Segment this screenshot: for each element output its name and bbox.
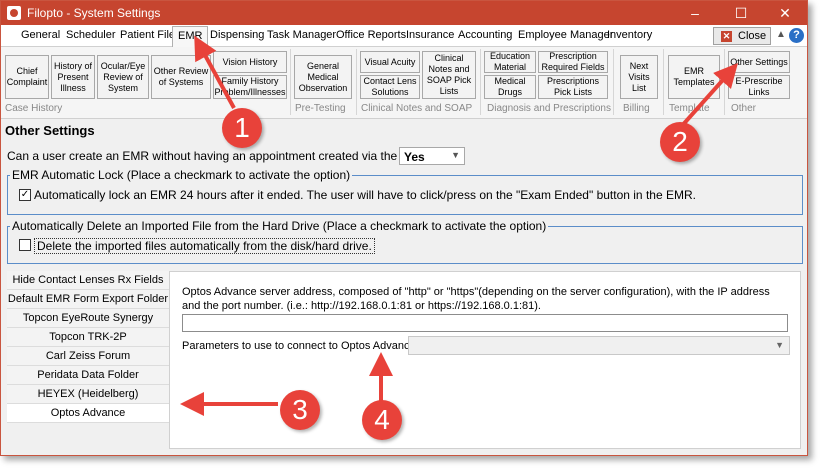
other-review-button[interactable]: Other Review of Systems	[151, 55, 211, 99]
optos-address-input[interactable]	[182, 314, 788, 332]
tab-emr[interactable]: EMR	[172, 26, 209, 47]
menu-bar: General Scheduler Patient File EMR Dispe…	[1, 25, 807, 47]
list-item[interactable]: Topcon EyeRoute Synergy	[7, 309, 169, 328]
optos-advance-panel: Optos Advance server address, composed o…	[169, 271, 801, 449]
ribbon-separator	[480, 49, 481, 115]
annotation-badge-3: 3	[280, 390, 320, 430]
window-title: Filopto - System Settings	[27, 6, 161, 20]
help-icon[interactable]: ?	[789, 28, 804, 43]
app-logo-icon	[7, 6, 21, 20]
chevron-down-icon: ▼	[451, 150, 460, 160]
medical-drugs-button[interactable]: Medical Drugs	[484, 75, 536, 99]
chevron-down-icon: ▼	[775, 340, 784, 350]
annotation-badge-2: 2	[660, 122, 700, 162]
emr-templates-button[interactable]: EMR Templates	[668, 55, 720, 99]
ribbon: Chief Complaint History of Present Illne…	[1, 47, 807, 119]
group-label-clinical-notes: Clinical Notes and SOAP	[361, 103, 473, 114]
optos-address-description: Optos Advance server address, composed o…	[182, 286, 770, 312]
auto-lock-label[interactable]: Automatically lock an EMR 24 hours after…	[34, 188, 696, 202]
emr-without-appointment-label: Can a user create an EMR without having …	[7, 149, 460, 163]
auto-delete-checkbox[interactable]	[19, 239, 31, 251]
close-button[interactable]: ✕ Close	[713, 27, 771, 45]
select-value: Yes	[404, 150, 425, 164]
auto-lock-checkbox[interactable]: ✓	[19, 189, 31, 201]
next-visits-list-button[interactable]: Next Visits List	[620, 55, 658, 99]
tab-insurance[interactable]: Insurance	[406, 29, 454, 41]
ribbon-separator	[663, 49, 664, 115]
ribbon-separator	[724, 49, 725, 115]
tab-dispensing[interactable]: Dispensing	[210, 29, 264, 41]
close-button-label: Close	[738, 30, 767, 42]
visual-acuity-button[interactable]: Visual Acuity	[360, 51, 420, 73]
list-item[interactable]: Topcon TRK-2P	[7, 328, 169, 347]
tab-office-reports[interactable]: Office Reports	[336, 29, 406, 41]
ribbon-separator	[613, 49, 614, 115]
ribbon-separator	[290, 49, 291, 115]
other-settings-button[interactable]: Other Settings	[728, 51, 790, 73]
tab-inventory[interactable]: Inventory	[607, 29, 652, 41]
tab-employee-manager[interactable]: Employee Manager	[518, 29, 613, 41]
education-material-button[interactable]: Education Material	[484, 51, 536, 73]
e-prescribe-links-button[interactable]: E-Prescribe Links	[728, 75, 790, 99]
history-present-illness-button[interactable]: History of Present Illness	[51, 55, 95, 99]
group-label-billing: Billing	[623, 103, 650, 114]
chief-complaint-button[interactable]: Chief Complaint	[5, 55, 49, 99]
ribbon-separator	[356, 49, 357, 115]
general-medical-observation-button[interactable]: General Medical Observation	[294, 55, 352, 99]
list-item[interactable]: Default EMR Form Export Folder	[7, 290, 169, 309]
tab-accounting[interactable]: Accounting	[458, 29, 512, 41]
window-close-button[interactable]: ✕	[763, 1, 807, 25]
settings-window: Filopto - System Settings – ☐ ✕ General …	[0, 0, 808, 456]
group-label-pre-testing: Pre-Testing	[295, 103, 346, 114]
page-title: Other Settings	[5, 123, 95, 138]
tab-general[interactable]: General	[21, 29, 60, 41]
prescription-required-button[interactable]: Prescription Required Fields	[538, 51, 608, 73]
group-label-diagnosis: Diagnosis and Prescriptions	[487, 103, 611, 114]
contact-lens-solutions-button[interactable]: Contact Lens Solutions	[360, 75, 420, 99]
family-history-button[interactable]: Family History Problem/Illnesses	[213, 75, 287, 99]
auto-delete-group: Automatically Delete an Imported File fr…	[7, 219, 803, 264]
emr-without-appointment-select[interactable]: Yes ▼	[399, 147, 465, 165]
group-label-other: Other	[731, 103, 757, 114]
collapse-ribbon-icon[interactable]: ▲	[776, 29, 786, 40]
vision-history-button[interactable]: Vision History	[213, 51, 287, 73]
clinical-notes-soap-button[interactable]: Clinical Notes and SOAP Pick Lists	[422, 51, 476, 99]
close-icon: ✕	[721, 31, 732, 42]
ocular-eye-review-button[interactable]: Ocular/Eye Review of System	[97, 55, 149, 99]
list-item[interactable]: Peridata Data Folder	[7, 366, 169, 385]
auto-lock-legend: EMR Automatic Lock (Place a checkmark to…	[10, 168, 353, 182]
annotation-badge-4: 4	[362, 400, 402, 440]
group-label-templates: Template	[669, 103, 710, 114]
optos-params-select[interactable]: ▼	[408, 336, 790, 355]
tab-patient-file[interactable]: Patient File	[120, 29, 175, 41]
auto-delete-legend: Automatically Delete an Imported File fr…	[10, 219, 549, 233]
annotation-badge-1: 1	[222, 108, 262, 148]
tab-task-manager[interactable]: Task Manager	[267, 29, 336, 41]
list-item[interactable]: HEYEX (Heidelberg)	[7, 385, 169, 404]
title-bar: Filopto - System Settings – ☐ ✕	[1, 1, 807, 25]
group-label-case-history: Case History	[5, 103, 63, 114]
auto-lock-group: EMR Automatic Lock (Place a checkmark to…	[7, 168, 803, 215]
auto-delete-label[interactable]: Delete the imported files automatically …	[34, 238, 375, 254]
prescriptions-pick-lists-button[interactable]: Prescriptions Pick Lists	[538, 75, 608, 99]
list-item[interactable]: Carl Zeiss Forum	[7, 347, 169, 366]
settings-list: Hide Contact Lenses Rx Fields Default EM…	[7, 271, 169, 423]
maximize-button[interactable]: ☐	[719, 1, 763, 25]
list-item-selected[interactable]: Optos Advance	[7, 404, 169, 423]
minimize-button[interactable]: –	[673, 1, 717, 25]
tab-scheduler[interactable]: Scheduler	[66, 29, 116, 41]
list-item[interactable]: Hide Contact Lenses Rx Fields	[7, 271, 169, 290]
optos-params-label: Parameters to use to connect to Optos Ad…	[182, 340, 416, 352]
